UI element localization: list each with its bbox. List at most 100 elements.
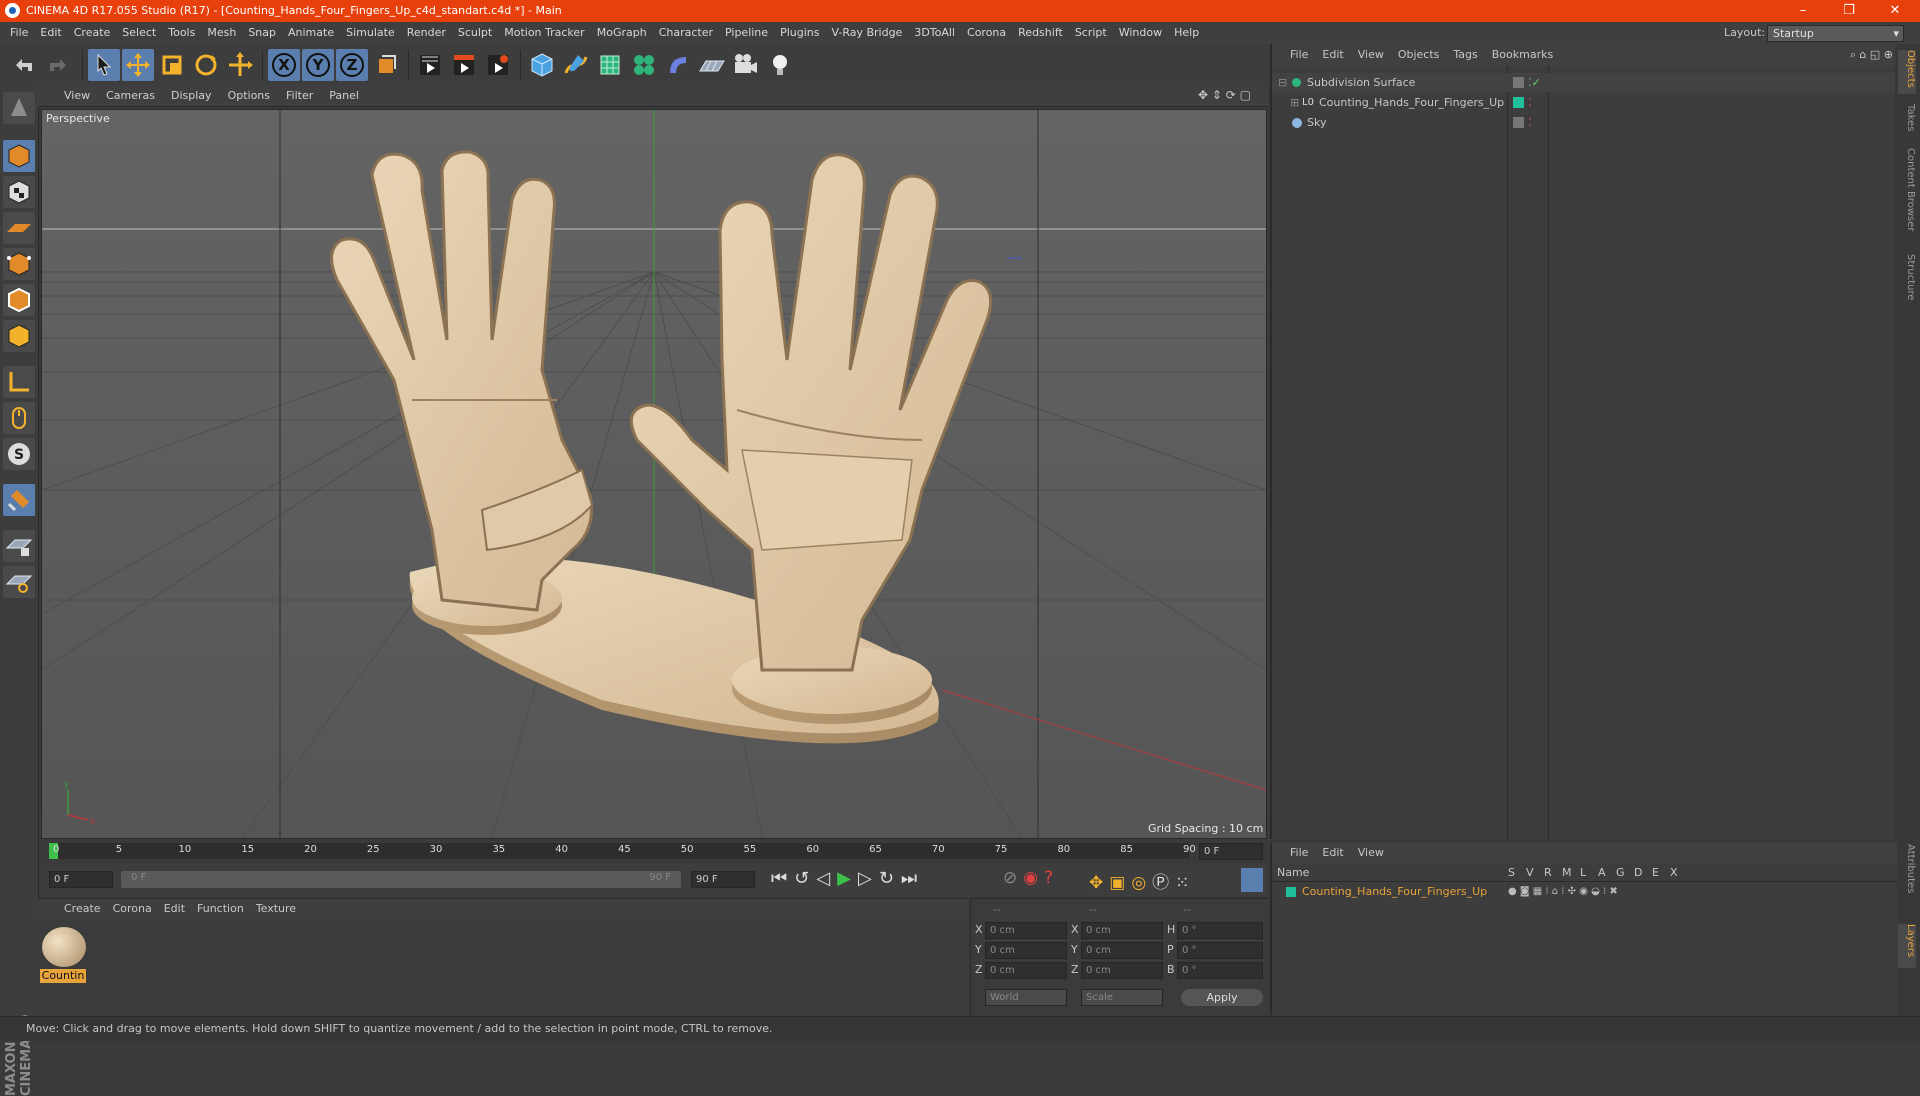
object-row[interactable]: ⊞ L0 Counting_Hands_Four_Fingers_Up ⁚ — [1272, 93, 1897, 112]
mat-menu-function[interactable]: Function — [197, 902, 244, 915]
rotation-b-field[interactable]: 0 ° — [1177, 962, 1263, 979]
layer-col-d[interactable]: D — [1634, 866, 1642, 879]
lm-menu-file[interactable]: File — [1290, 846, 1308, 859]
menu-redshift[interactable]: Redshift — [1012, 22, 1069, 44]
rotation-h-field[interactable]: 0 ° — [1177, 922, 1263, 939]
menu-simulate[interactable]: Simulate — [340, 22, 401, 44]
mat-menu-edit[interactable]: Edit — [164, 902, 185, 915]
tab-structure[interactable]: Structure — [1898, 254, 1916, 314]
render-settings-icon[interactable] — [482, 49, 514, 81]
layer-col-l[interactable]: L — [1580, 866, 1586, 879]
current-frame-field[interactable]: 0 F — [1199, 843, 1263, 860]
motion-record-icon[interactable]: ⊘ — [1003, 868, 1023, 888]
menu-motion-tracker[interactable]: Motion Tracker — [498, 22, 590, 44]
step-forward-icon[interactable]: ▷ — [858, 868, 879, 889]
timeline-ruler[interactable]: 0 5 10 15 20 25 30 35 40 45 50 55 60 65 70 75 80 85 90 0 F — [41, 840, 1266, 862]
enabled-check-icon[interactable]: ⁚✓ — [1528, 73, 1541, 92]
menu-corona[interactable]: Corona — [961, 22, 1012, 44]
tab-takes[interactable]: Takes — [1898, 104, 1916, 144]
object-row[interactable]: ⊟ Subdivision Surface ⁚✓ — [1272, 73, 1897, 92]
layer-col-e[interactable]: E — [1652, 866, 1659, 879]
tab-content-browser[interactable]: Content Browser — [1898, 148, 1916, 248]
layer-col-s[interactable]: S — [1508, 866, 1515, 879]
z-axis-lock-icon[interactable]: Z — [336, 49, 368, 81]
3d-viewport[interactable]: y x Perspective Grid Spacing : 10 cm — [41, 109, 1267, 839]
lock-workplane-icon[interactable] — [3, 530, 35, 562]
viewport-nav-icons[interactable]: ✥ ⇕ ⟳ ▢ — [1198, 88, 1251, 102]
frame-range-slider[interactable]: 0 F 90 F — [121, 871, 681, 888]
pen-spline-icon[interactable] — [560, 49, 592, 81]
coordinate-system-icon[interactable] — [370, 49, 402, 81]
layer-col-v[interactable]: V — [1526, 866, 1534, 879]
layer-col-m[interactable]: M — [1562, 866, 1572, 879]
menu-mesh[interactable]: Mesh — [201, 22, 242, 44]
cloner-icon[interactable] — [628, 49, 660, 81]
layer-color-icon[interactable] — [1286, 887, 1296, 897]
visibility-dots-icon[interactable]: ⁚ — [1528, 113, 1532, 132]
menu-3dtoall[interactable]: 3DToAll — [908, 22, 961, 44]
layer-col-a[interactable]: A — [1598, 866, 1606, 879]
planar-workplane-icon[interactable] — [3, 566, 35, 598]
x-axis-lock-icon[interactable]: X — [268, 49, 300, 81]
menu-character[interactable]: Character — [653, 22, 719, 44]
points-mode-icon[interactable] — [3, 248, 35, 280]
mat-menu-create[interactable]: Create — [64, 902, 101, 915]
rotate-tool-icon[interactable] — [190, 49, 222, 81]
om-menu-bookmarks[interactable]: Bookmarks — [1492, 48, 1553, 61]
menu-snap[interactable]: Snap — [242, 22, 282, 44]
mat-menu-texture[interactable]: Texture — [256, 902, 296, 915]
menu-script[interactable]: Script — [1069, 22, 1113, 44]
om-menu-tags[interactable]: Tags — [1453, 48, 1477, 61]
viewport-menu-cameras[interactable]: Cameras — [98, 86, 163, 106]
menu-file[interactable]: File — [0, 22, 34, 44]
menu-render[interactable]: Render — [401, 22, 452, 44]
layer-col-r[interactable]: R — [1544, 866, 1552, 879]
workplane-mode-icon[interactable] — [3, 212, 35, 244]
restore-button[interactable]: ❐ — [1826, 0, 1872, 22]
model-mode-icon[interactable] — [3, 140, 35, 172]
key-param-icon[interactable]: Ⓟ — [1152, 873, 1175, 893]
key-scale-icon[interactable]: ▣ — [1109, 873, 1131, 893]
play-icon[interactable]: ▶ — [837, 868, 858, 889]
om-menu-file[interactable]: File — [1290, 48, 1308, 61]
minimize-button[interactable]: – — [1780, 0, 1826, 22]
edges-mode-icon[interactable] — [3, 284, 35, 316]
tab-objects[interactable]: Objects — [1898, 50, 1916, 94]
viewport-menu-options[interactable]: Options — [220, 86, 278, 106]
end-frame-field[interactable]: 90 F — [691, 871, 755, 888]
scale-tool-icon[interactable] — [156, 49, 188, 81]
texture-mode-icon[interactable] — [3, 176, 35, 208]
visibility-dots-icon[interactable]: ⁚ — [1528, 93, 1532, 112]
menu-tools[interactable]: Tools — [162, 22, 201, 44]
lm-menu-edit[interactable]: Edit — [1322, 846, 1343, 859]
size-mode-select[interactable]: Scale — [1081, 989, 1163, 1006]
search-icon[interactable]: ⌕ ⌂ ◱ ⊕ — [1850, 44, 1893, 66]
material-name[interactable]: Countin — [40, 969, 86, 983]
menu-mograph[interactable]: MoGraph — [591, 22, 653, 44]
menu-help[interactable]: Help — [1168, 22, 1205, 44]
snap-icon[interactable]: S — [3, 438, 35, 470]
scheme-icon[interactable] — [1241, 868, 1263, 892]
light-icon[interactable] — [764, 49, 796, 81]
key-pla-icon[interactable]: ⁙ — [1175, 873, 1195, 893]
menu-animate[interactable]: Animate — [282, 22, 340, 44]
magnet-snap-icon[interactable] — [3, 484, 35, 516]
key-position-icon[interactable]: ✥ — [1089, 873, 1109, 893]
step-back-icon[interactable]: ◁ — [816, 868, 837, 889]
tweak-mode-icon[interactable] — [3, 402, 35, 434]
subdivision-surface-icon[interactable] — [594, 49, 626, 81]
transform-tool-icon[interactable] — [224, 49, 256, 81]
start-frame-field[interactable]: 0 F — [49, 871, 113, 888]
tab-layers[interactable]: Layers — [1898, 924, 1916, 968]
layout-select[interactable]: Startup ▾ — [1767, 25, 1904, 42]
axis-mode-icon[interactable] — [3, 366, 35, 398]
collapse-toggle-icon[interactable]: ⊟ — [1278, 73, 1287, 92]
move-tool-icon[interactable] — [122, 49, 154, 81]
position-y-field[interactable]: 0 cm — [985, 942, 1067, 959]
redo-button[interactable] — [42, 49, 74, 81]
menu-select[interactable]: Select — [116, 22, 162, 44]
mat-menu-corona[interactable]: Corona — [113, 902, 152, 915]
live-selection-tool-icon[interactable] — [88, 49, 120, 81]
expand-toggle-icon[interactable]: ⊞ — [1290, 93, 1299, 112]
layer-row[interactable]: Counting_Hands_Four_Fingers_Up ● ◙ ▦ ⁝ ⌂… — [1272, 883, 1897, 901]
